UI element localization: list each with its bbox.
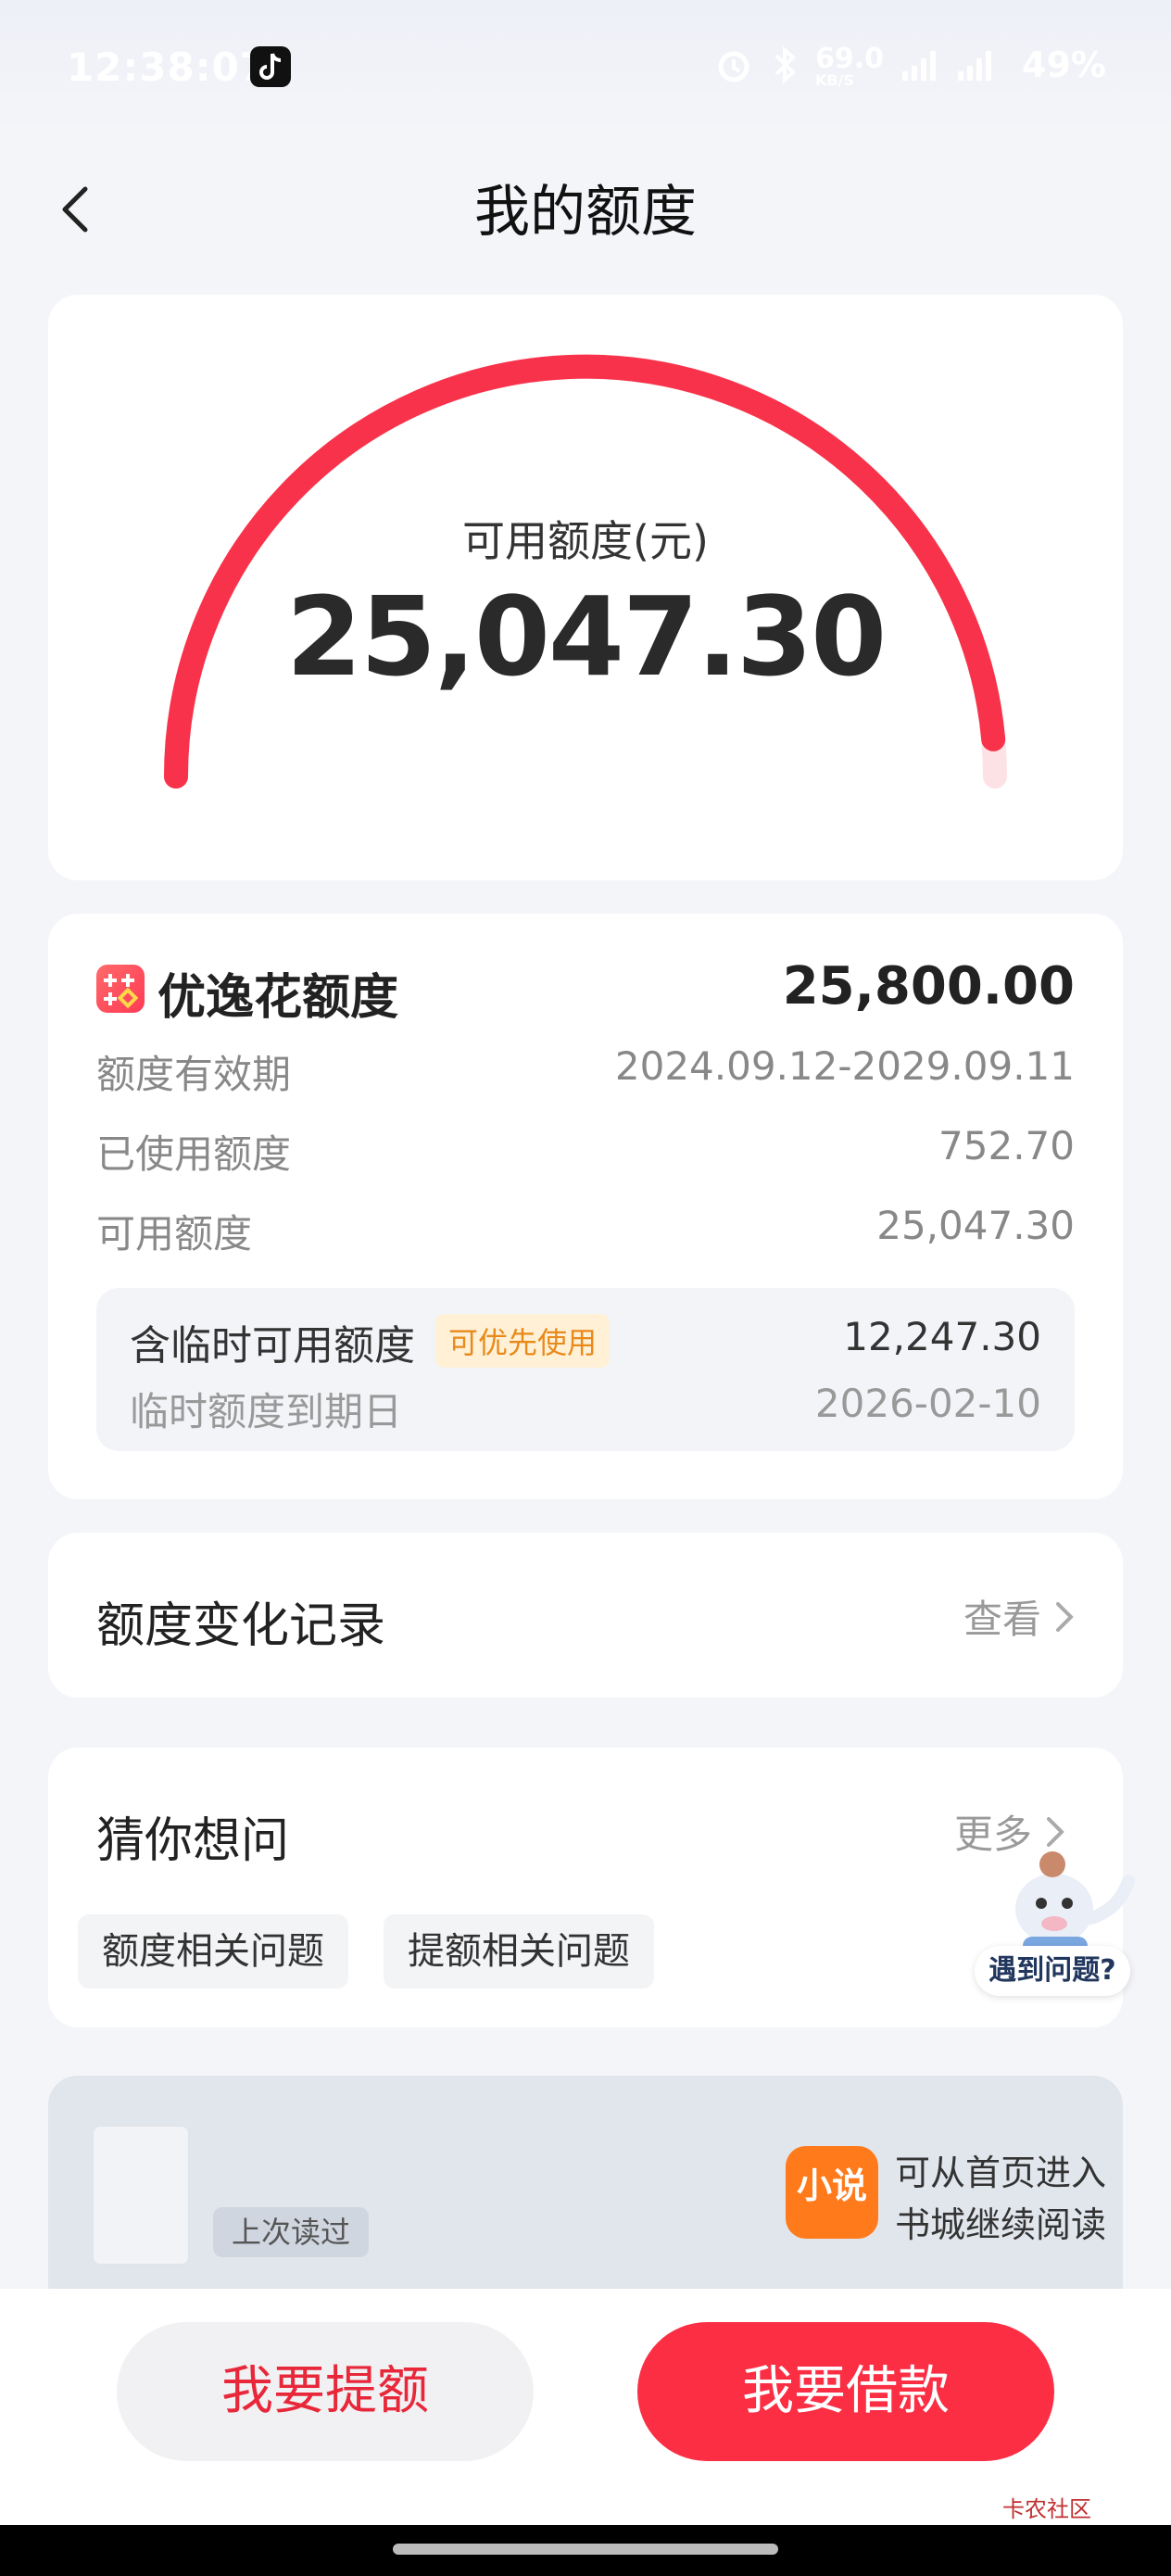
borrow-button[interactable]: 我要借款 [637, 2322, 1054, 2461]
used-limit-value: 752.70 [938, 1123, 1075, 1168]
available-limit-label: 可用额度 [96, 1211, 253, 1256]
limit-brand-icon [96, 965, 145, 1013]
faq-chip-raise[interactable]: 提额相关问题 [384, 1914, 654, 1989]
last-read-tag: 上次读过 [213, 2207, 370, 2257]
help-badge[interactable]: 遇到问题? [975, 1946, 1130, 1996]
status-time: 12:38:07 [67, 44, 268, 90]
validity-label: 额度有效期 [96, 1052, 292, 1097]
available-limit-value: 25,047.30 [876, 1203, 1075, 1248]
view-link-text: 查看 [963, 1597, 1041, 1642]
page-title: 我的额度 [474, 180, 697, 245]
used-limit-label: 已使用额度 [96, 1131, 292, 1177]
gauge-track [164, 355, 1007, 789]
book-cover [93, 2126, 189, 2265]
novel-hint-line2: 书城继续阅读 [895, 2204, 1107, 2245]
limit-detail-card: 优逸花额度 25,800.00 额度有效期 2024.09.12-2029.09… [48, 914, 1123, 1499]
alarm-icon [713, 44, 754, 89]
raise-limit-button[interactable]: 我要提额 [117, 2322, 534, 2461]
faq-card: 猜你想问 更多 额度相关问题 提额相关问题 [48, 1748, 1123, 2027]
limit-history-row[interactable]: 额度变化记录 查看 [48, 1533, 1123, 1698]
gauge-progress-arc [164, 354, 1006, 789]
limit-title: 优逸花额度 [157, 970, 399, 1026]
mascot-icon [1015, 1851, 1135, 1955]
temp-expiry-value: 2026-02-10 [814, 1381, 1041, 1426]
temp-limit-value: 12,247.30 [843, 1314, 1041, 1359]
nav-bar: 我的额度 [0, 139, 1171, 287]
limit-history-title: 额度变化记录 [96, 1598, 386, 1654]
temp-expiry-label: 临时额度到期日 [130, 1389, 403, 1434]
status-icons: 69.0 KB/S [713, 44, 995, 89]
bottom-action-bar: 我要提额 我要借款 [0, 2289, 1171, 2525]
page: 12:38:07 69.0 KB/S 49% 我的额度 可用额度(元) 25,0… [0, 0, 1171, 2576]
home-indicator[interactable] [393, 2544, 778, 2555]
battery-level: 49% [1022, 44, 1106, 85]
chevron-right-icon [1056, 1601, 1074, 1632]
priority-badge: 可优先使用 [435, 1314, 611, 1368]
validity-value: 2024.09.12-2029.09.11 [614, 1043, 1075, 1089]
novel-app-logo: 小说 [786, 2146, 878, 2239]
available-amount: 25,047.30 [285, 573, 887, 701]
watermark-text: 卡农社区 [1002, 2496, 1091, 2522]
novel-banner[interactable]: 上次读过 小说 可从首页进入 书城继续阅读 [48, 2076, 1123, 2317]
limit-total: 25,800.00 [782, 956, 1075, 1017]
available-limit-card: 可用额度(元) 25,047.30 [48, 295, 1123, 880]
gauge-label: 可用额度(元) [462, 516, 709, 566]
gesture-bar [0, 2525, 1171, 2576]
faq-chip-limit[interactable]: 额度相关问题 [78, 1914, 348, 1989]
net-speed: 69.0 KB/S [815, 43, 885, 89]
signal-5g-icon [956, 47, 995, 86]
bluetooth-icon [771, 44, 799, 89]
temp-limit-label: 含临时可用额度 [130, 1322, 415, 1370]
faq-title: 猜你想问 [96, 1813, 290, 1869]
status-bar: 12:38:07 69.0 KB/S 49% [0, 0, 1171, 139]
tiktok-icon [250, 46, 291, 87]
view-history-link[interactable]: 查看 [963, 1588, 1077, 1645]
novel-hint-line1: 可从首页进入 [895, 2153, 1107, 2193]
temporary-limit-box: 含临时可用额度 可优先使用 12,247.30 临时额度到期日 2026-02-… [96, 1288, 1075, 1451]
signal-icon [900, 47, 939, 86]
